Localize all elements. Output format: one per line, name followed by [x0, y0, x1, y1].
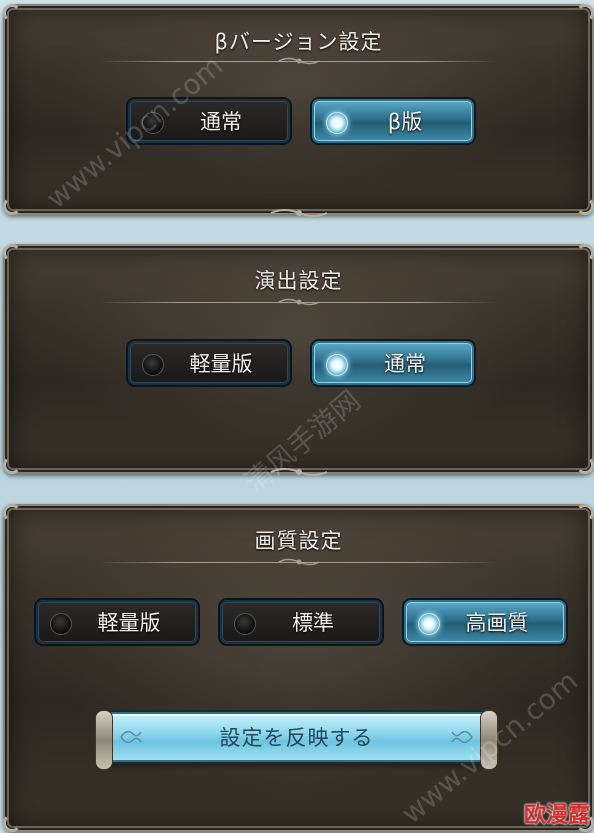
frame-corner: [3, 814, 21, 832]
panel-title: βバージョン設定: [214, 30, 383, 54]
divider-ornament-icon: [278, 558, 319, 566]
beta-option-beta[interactable]: β版: [312, 99, 474, 143]
effect-settings-panel: 演出設定 軽量版 通常: [3, 244, 594, 476]
option-label: 高画質: [465, 611, 529, 635]
beta-version-panel: βバージョン設定 通常 β版: [3, 4, 594, 217]
corner-watermark-badge: 欧漫露: [523, 803, 590, 828]
frame-corner: [576, 456, 594, 474]
apply-settings-button[interactable]: 設定を反映する: [95, 710, 498, 770]
quality-option-standard[interactable]: 標準: [220, 600, 382, 644]
divider-ornament-icon: [278, 298, 319, 306]
frame-corner: [3, 197, 21, 215]
option-label: β版: [387, 110, 423, 134]
panel-title: 演出設定: [254, 269, 343, 293]
panel-title: 画質設定: [254, 529, 343, 553]
option-label: 通常: [384, 352, 426, 376]
beta-option-normal[interactable]: 通常: [128, 99, 290, 143]
quality-option-high[interactable]: 高画質: [404, 600, 566, 644]
option-label: 軽量版: [189, 352, 253, 376]
divider-ornament-icon: [278, 57, 319, 65]
apply-button-label: 設定を反映する: [219, 726, 374, 750]
effect-option-normal[interactable]: 通常: [312, 341, 474, 385]
option-label: 通常: [200, 110, 242, 134]
option-label: 標準: [292, 611, 334, 635]
quality-settings-panel: 画質設定 軽量版 標準 高画質: [3, 504, 594, 832]
frame-corner: [3, 456, 21, 474]
frame-ornament-icon: [270, 209, 327, 217]
frame-ornament-icon: [270, 468, 327, 476]
option-label: 軽量版: [97, 611, 161, 635]
frame-corner: [576, 197, 594, 215]
effect-option-light[interactable]: 軽量版: [128, 341, 290, 385]
quality-option-light[interactable]: 軽量版: [36, 600, 198, 644]
